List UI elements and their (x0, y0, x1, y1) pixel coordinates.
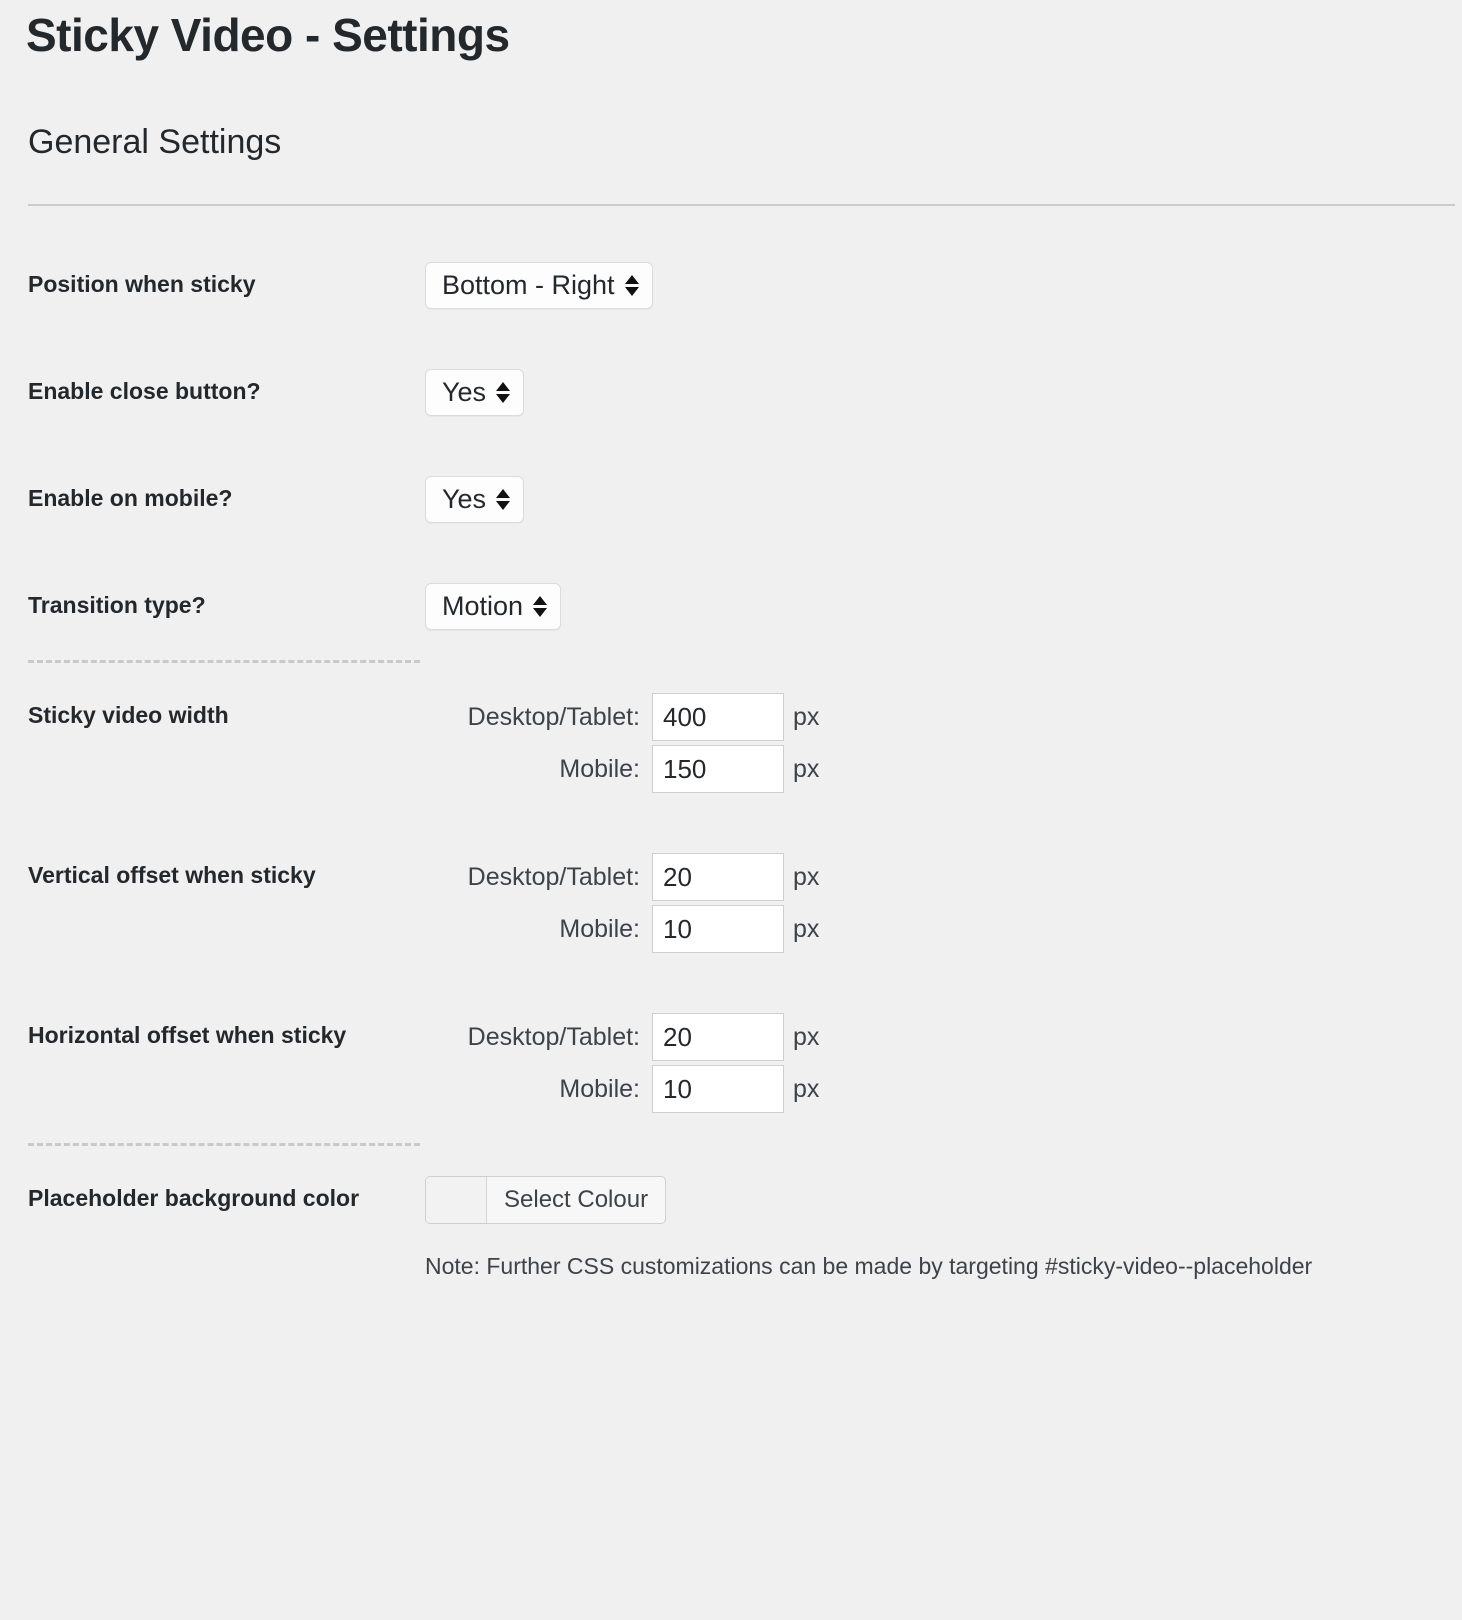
select-colour-label: Select Colour (504, 1186, 649, 1213)
section-divider (28, 204, 1455, 206)
settings-form-table: Position when sticky Bottom - Right Enab… (0, 232, 1462, 1312)
select-colour-button[interactable]: Select Colour (425, 1176, 667, 1224)
video-width-desktop-label: Desktop/Tablet: (467, 702, 640, 731)
horizontal-offset-desktop-row: Desktop/Tablet: px (425, 1013, 819, 1061)
placeholder-color-note: Note: Further CSS customizations can be … (425, 1253, 1313, 1279)
control-cell-close-button: Yes (425, 339, 1462, 446)
position-select[interactable]: Bottom - Right (425, 262, 653, 309)
video-width-mobile-label: Mobile: (559, 754, 640, 783)
control-cell-placeholder-color: Select Colour Note: Further CSS customiz… (425, 1146, 1462, 1312)
setting-row-vertical-offset: Vertical offset when sticky Desktop/Tabl… (0, 823, 1462, 983)
setting-row-video-width: Sticky video width Desktop/Tablet: px Mo… (0, 663, 1462, 823)
setting-row-close-button: Enable close button? Yes (0, 339, 1462, 446)
chevron-updown-icon (496, 489, 511, 510)
label-enable-mobile: Enable on mobile? (28, 485, 233, 511)
vertical-offset-desktop-input[interactable] (652, 853, 784, 901)
video-width-desktop-row: Desktop/Tablet: px (425, 693, 819, 741)
video-width-desktop-input[interactable] (652, 693, 784, 741)
colour-swatch[interactable] (426, 1177, 487, 1223)
label-video-width: Sticky video width (28, 702, 229, 728)
control-cell-position: Bottom - Right (425, 232, 1462, 339)
video-width-fields: Desktop/Tablet: px Mobile: px (425, 693, 819, 793)
vertical-offset-desktop-row: Desktop/Tablet: px (425, 853, 819, 901)
transition-select[interactable]: Motion (425, 583, 562, 630)
video-width-mobile-input[interactable] (652, 745, 784, 793)
chevron-updown-icon (496, 382, 511, 403)
label-vertical-offset: Vertical offset when sticky (28, 862, 316, 888)
control-cell-horizontal-offset: Desktop/Tablet: px Mobile: px (425, 983, 1462, 1143)
label-horizontal-offset: Horizontal offset when sticky (28, 1022, 347, 1048)
label-placeholder-color: Placeholder background color (28, 1185, 360, 1211)
section-title: General Settings (28, 123, 282, 161)
horizontal-offset-desktop-unit: px (793, 1022, 820, 1051)
vertical-offset-mobile-label: Mobile: (559, 914, 640, 943)
vertical-offset-mobile-unit: px (793, 914, 820, 943)
video-width-desktop-unit: px (793, 702, 820, 731)
setting-row-enable-mobile: Enable on mobile? Yes (0, 446, 1462, 553)
setting-row-horizontal-offset: Horizontal offset when sticky Desktop/Ta… (0, 983, 1462, 1143)
horizontal-offset-desktop-input[interactable] (652, 1013, 784, 1061)
horizontal-offset-mobile-unit: px (793, 1074, 820, 1103)
setting-row-position: Position when sticky Bottom - Right (0, 232, 1462, 339)
enable-mobile-select[interactable]: Yes (425, 476, 525, 523)
horizontal-offset-mobile-row: Mobile: px (425, 1065, 819, 1113)
control-cell-video-width: Desktop/Tablet: px Mobile: px (425, 663, 1462, 823)
control-cell-transition: Motion (425, 553, 1462, 660)
label-close-button: Enable close button? (28, 378, 261, 404)
enable-mobile-select-value: Yes (442, 484, 487, 514)
close-button-select[interactable]: Yes (425, 369, 525, 416)
settings-page: Sticky Video - Settings General Settings… (0, 0, 1462, 1620)
vertical-offset-desktop-label: Desktop/Tablet: (467, 862, 640, 891)
label-transition: Transition type? (28, 592, 206, 618)
label-position: Position when sticky (28, 271, 256, 297)
horizontal-offset-fields: Desktop/Tablet: px Mobile: px (425, 1013, 819, 1113)
control-cell-enable-mobile: Yes (425, 446, 1462, 553)
chevron-updown-icon (533, 596, 548, 617)
setting-row-placeholder-color: Placeholder background color Select Colo… (0, 1146, 1462, 1312)
vertical-offset-desktop-unit: px (793, 862, 820, 891)
chevron-updown-icon (624, 275, 639, 296)
horizontal-offset-mobile-label: Mobile: (559, 1074, 640, 1103)
transition-select-value: Motion (442, 591, 524, 621)
horizontal-offset-desktop-label: Desktop/Tablet: (467, 1022, 640, 1051)
video-width-mobile-row: Mobile: px (425, 745, 819, 793)
vertical-offset-fields: Desktop/Tablet: px Mobile: px (425, 853, 819, 953)
horizontal-offset-mobile-input[interactable] (652, 1065, 784, 1113)
page-title: Sticky Video - Settings (26, 9, 510, 61)
setting-row-transition: Transition type? Motion (0, 553, 1462, 660)
position-select-value: Bottom - Right (442, 270, 615, 300)
vertical-offset-mobile-input[interactable] (652, 905, 784, 953)
vertical-offset-mobile-row: Mobile: px (425, 905, 819, 953)
control-cell-vertical-offset: Desktop/Tablet: px Mobile: px (425, 823, 1462, 983)
video-width-mobile-unit: px (793, 754, 820, 783)
close-button-select-value: Yes (442, 377, 487, 407)
